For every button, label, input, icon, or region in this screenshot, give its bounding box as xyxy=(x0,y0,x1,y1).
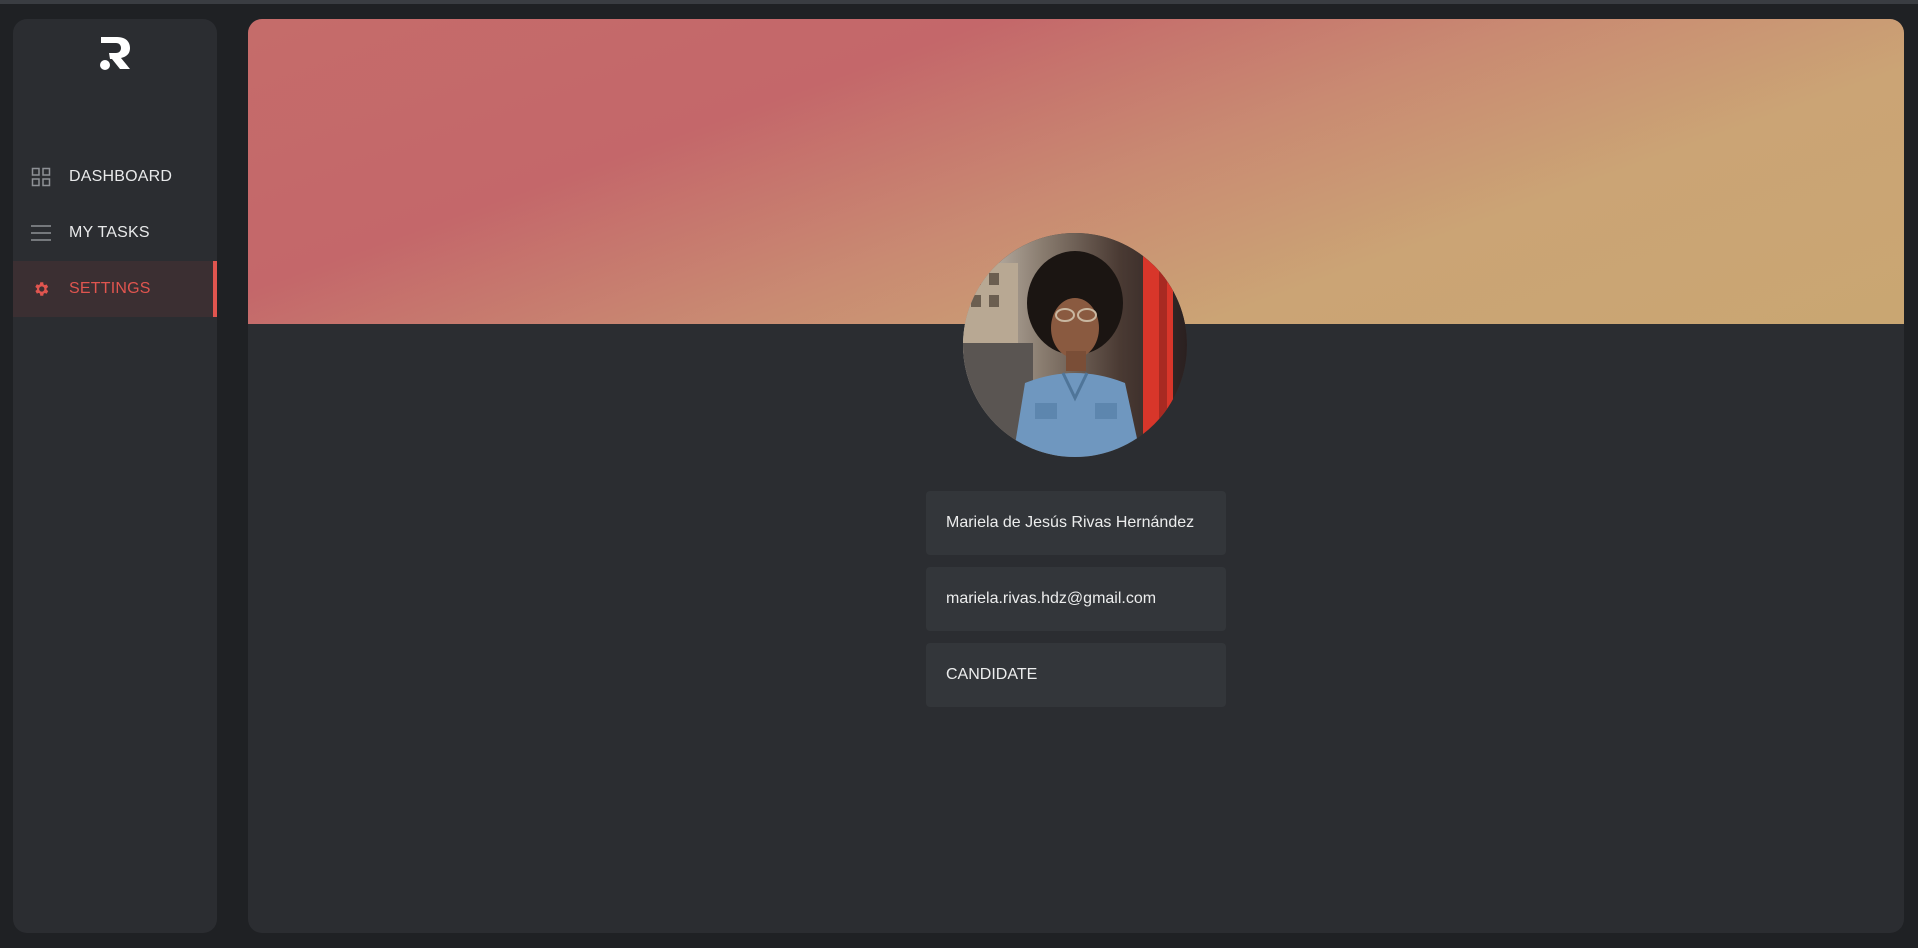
sidebar-item-label: MY TASKS xyxy=(69,224,150,241)
sidebar: DASHBOARD MY TASKS SETTINGS xyxy=(13,19,217,933)
window-top-border xyxy=(0,0,1918,4)
app-logo[interactable] xyxy=(97,33,133,73)
grid-icon xyxy=(31,167,51,187)
role-field[interactable]: CANDIDATE xyxy=(926,643,1226,707)
email-field[interactable]: mariela.rivas.hdz@gmail.com xyxy=(926,567,1226,631)
sidebar-item-settings[interactable]: SETTINGS xyxy=(13,261,217,317)
sidebar-item-label: DASHBOARD xyxy=(69,168,173,185)
sidebar-item-label: SETTINGS xyxy=(69,280,151,297)
avatar[interactable] xyxy=(963,233,1187,457)
role-value: CANDIDATE xyxy=(946,666,1038,683)
profile-photo xyxy=(963,233,1187,457)
email-value: mariela.rivas.hdz@gmail.com xyxy=(946,590,1157,607)
gear-icon xyxy=(31,279,51,299)
name-field[interactable]: Mariela de Jesús Rivas Hernández xyxy=(926,491,1226,555)
sidebar-item-my-tasks[interactable]: MY TASKS xyxy=(13,205,217,261)
sidebar-nav: DASHBOARD MY TASKS SETTINGS xyxy=(13,149,217,317)
settings-panel: Mariela de Jesús Rivas Hernández mariela… xyxy=(248,19,1904,933)
menu-lines-icon xyxy=(31,223,51,243)
sidebar-item-dashboard[interactable]: DASHBOARD xyxy=(13,149,217,205)
r-logo-icon xyxy=(100,37,130,70)
name-value: Mariela de Jesús Rivas Hernández xyxy=(946,514,1195,531)
